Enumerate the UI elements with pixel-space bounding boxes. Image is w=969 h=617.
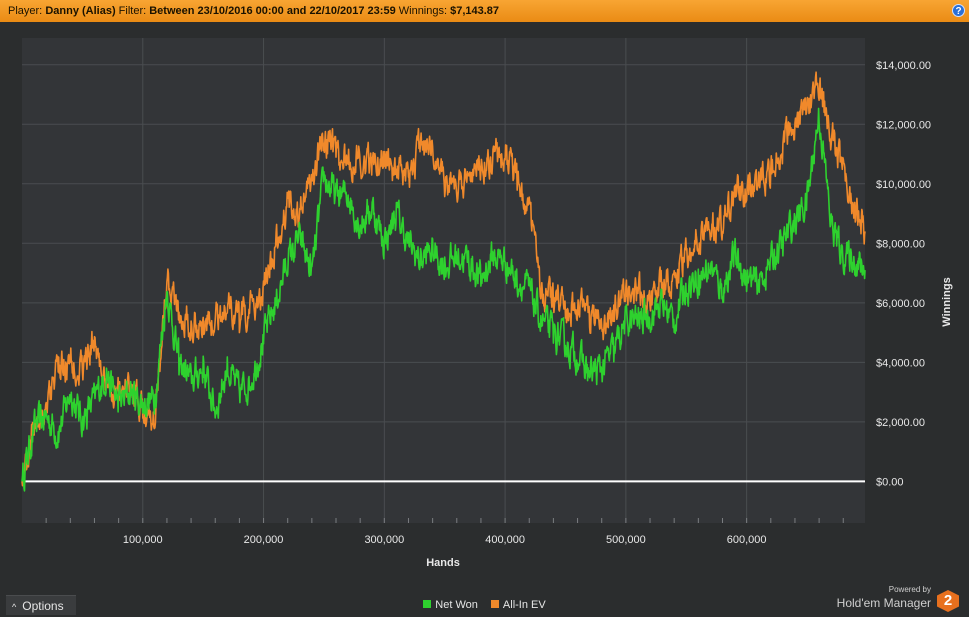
plot-area (22, 38, 865, 523)
help-icon[interactable]: ? (952, 4, 965, 17)
options-button[interactable]: ^ Options (6, 595, 76, 615)
y-tick-label: $8,000.00 (876, 238, 925, 250)
y-tick-label: $4,000.00 (876, 357, 925, 369)
y-tick-label: $14,000.00 (876, 60, 931, 72)
player-label: Player: (8, 5, 43, 17)
winnings-value: $7,143.87 (450, 5, 500, 17)
y-tick-label: $0.00 (876, 476, 904, 488)
options-label: Options (22, 599, 64, 613)
y-tick-label: $2,000.00 (876, 417, 925, 429)
x-tick-label: 200,000 (244, 534, 284, 546)
winnings-graph: 100,000 200,000 300,000 400,000 500,000 600,0… (0, 22, 969, 595)
y-tick-label: $10,000.00 (876, 179, 931, 191)
x-tick-label: 300,000 (364, 534, 404, 546)
chevron-up-icon: ^ (12, 602, 17, 612)
winnings-label: Winnings: (398, 5, 448, 17)
x-axis-label: Hands (426, 557, 460, 569)
chart-legend: Net Won All-In EV (0, 595, 969, 615)
y-axis-label: Winnings (941, 277, 953, 326)
filter-value: Between 23/10/2016 00:00 and 22/10/2017 … (149, 5, 396, 17)
x-tick-label: 600,000 (727, 534, 767, 546)
powered-by-text: Powered by (888, 585, 931, 594)
player-value: Danny (Alias) (45, 5, 116, 17)
brand-name: Hold'em Manager (836, 596, 931, 610)
filter-header-bar: Player: Danny (Alias) Filter: Between 23… (0, 0, 969, 22)
filter-label: Filter: (118, 5, 147, 17)
legend-label-all-in-ev: All-In EV (502, 599, 546, 611)
all-in-ev-swatch (490, 600, 499, 608)
net-won-swatch (423, 600, 432, 608)
legend-item-all-in-ev[interactable]: All-In EV (490, 595, 546, 615)
y-tick-label: $6,000.00 (876, 298, 925, 310)
y-tick-label: $12,000.00 (876, 119, 931, 131)
x-tick-label: 100,000 (123, 534, 163, 546)
legend-item-net-won[interactable]: Net Won (423, 595, 478, 615)
x-tick-label: 400,000 (485, 534, 525, 546)
legend-label-net-won: Net Won (435, 599, 478, 611)
x-tick-label: 500,000 (606, 534, 646, 546)
